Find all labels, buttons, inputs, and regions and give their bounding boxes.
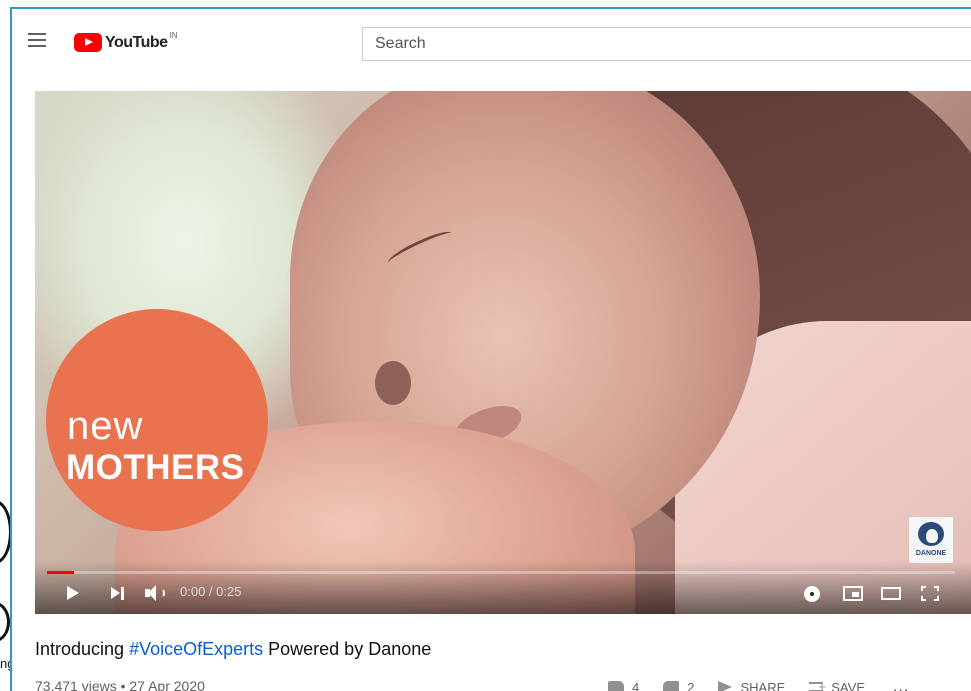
player-controls: 0:00 / 0:25 bbox=[35, 561, 971, 614]
share-button[interactable]: SHARE bbox=[718, 680, 785, 691]
miniplayer-icon[interactable] bbox=[843, 586, 863, 601]
video-actions: 4 2 SHARE SAVE ... bbox=[608, 678, 909, 691]
video-meta: 73,471 views • 27 Apr 2020 bbox=[35, 678, 205, 691]
like-button[interactable]: 4 bbox=[608, 680, 639, 691]
hashtag-link[interactable]: #VoiceOfExperts bbox=[129, 639, 263, 659]
video-frame-nose bbox=[375, 361, 411, 405]
progress-played bbox=[47, 571, 75, 574]
search-input[interactable] bbox=[362, 27, 971, 61]
share-arrow-icon bbox=[718, 681, 733, 691]
progress-bar[interactable] bbox=[47, 571, 955, 574]
background-shape bbox=[0, 602, 10, 642]
volume-icon[interactable] bbox=[145, 585, 167, 601]
thumbs-down-icon bbox=[663, 681, 680, 691]
dislike-count: 2 bbox=[687, 679, 695, 691]
video-player[interactable]: new MOTHERS DANONE 0:00 / 0:25 bbox=[35, 91, 971, 614]
youtube-logo-icon bbox=[74, 33, 102, 52]
title-prefix: Introducing bbox=[35, 639, 130, 659]
youtube-window: YouTube IN new MOTHERS DANONE bbox=[10, 7, 971, 691]
save-button[interactable]: SAVE bbox=[809, 679, 865, 691]
danone-watermark-text: DANONE bbox=[915, 550, 947, 557]
danone-logo-icon bbox=[918, 522, 944, 546]
settings-gear-icon[interactable] bbox=[806, 588, 818, 600]
badge-line-1: new bbox=[67, 404, 144, 448]
logo-country-code: IN bbox=[169, 31, 178, 40]
title-suffix: Powered by Danone bbox=[263, 639, 432, 659]
save-playlist-icon bbox=[809, 679, 826, 691]
share-label: SHARE bbox=[740, 679, 786, 691]
new-mothers-badge: new MOTHERS bbox=[46, 309, 268, 531]
fullscreen-icon[interactable] bbox=[921, 586, 939, 601]
youtube-logo[interactable]: YouTube IN bbox=[74, 31, 178, 52]
badge-line-2: MOTHERS bbox=[66, 448, 245, 487]
masthead: YouTube IN bbox=[12, 9, 971, 75]
dislike-button[interactable]: 2 bbox=[663, 680, 694, 691]
more-icon[interactable]: ... bbox=[893, 678, 909, 691]
next-icon[interactable] bbox=[111, 587, 125, 600]
time-display: 0:00 / 0:25 bbox=[180, 584, 242, 599]
thumbs-up-icon bbox=[608, 681, 624, 691]
theater-mode-icon[interactable] bbox=[881, 587, 901, 600]
play-icon[interactable] bbox=[67, 586, 79, 600]
save-label: SAVE bbox=[831, 679, 865, 691]
danone-watermark[interactable]: DANONE bbox=[909, 517, 953, 563]
menu-icon[interactable] bbox=[28, 33, 46, 47]
video-title: Introducing #VoiceOfExperts Powered by D… bbox=[35, 639, 431, 660]
like-count: 4 bbox=[632, 679, 640, 691]
logo-text: YouTube bbox=[105, 33, 168, 51]
